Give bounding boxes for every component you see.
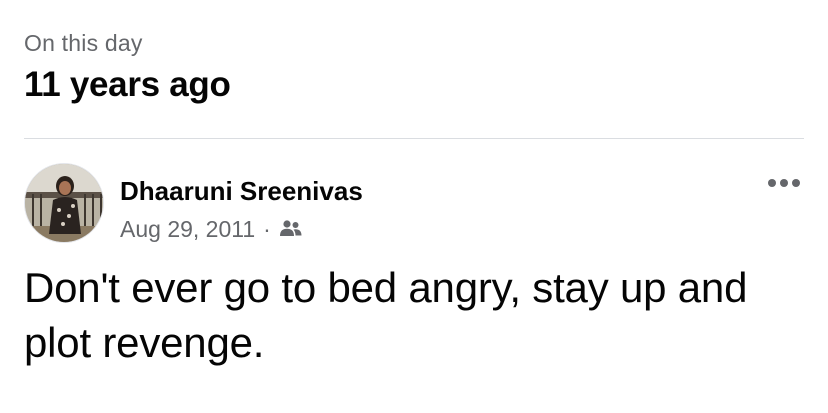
- friends-icon[interactable]: [279, 219, 303, 239]
- more-options-button[interactable]: [764, 171, 804, 195]
- more-icon: [768, 179, 800, 187]
- post-text: Don't ever go to bed angry, stay up and …: [24, 264, 748, 366]
- post-date[interactable]: Aug 29, 2011: [120, 214, 255, 244]
- post-header: Dhaaruni Sreenivas Aug 29, 2011 ·: [24, 163, 804, 245]
- memory-header: On this day 11 years ago: [24, 28, 231, 108]
- post-meta: Aug 29, 2011 ·: [120, 214, 303, 244]
- author-name[interactable]: Dhaaruni Sreenivas: [120, 175, 363, 207]
- memory-years-ago: 11 years ago: [24, 65, 231, 104]
- divider: [24, 138, 804, 139]
- meta-separator: ·: [263, 216, 271, 242]
- memory-eyebrow: On this day: [24, 30, 143, 56]
- avatar[interactable]: [24, 163, 104, 243]
- avatar-photo: [25, 164, 103, 242]
